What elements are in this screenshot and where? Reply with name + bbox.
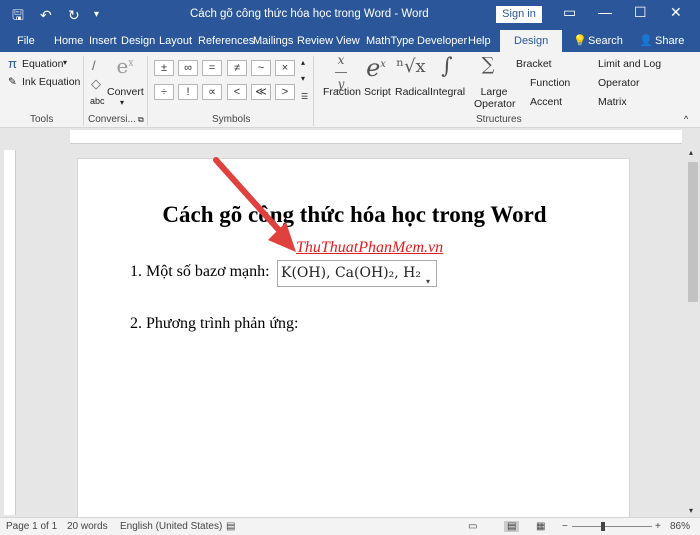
vertical-scrollbar[interactable]: ▴ ▾ <box>686 148 700 518</box>
zoom-out-icon[interactable]: − <box>562 521 568 532</box>
scroll-up-icon[interactable]: ▴ <box>689 148 693 157</box>
proofing-icon[interactable]: ▤ <box>226 521 235 532</box>
status-bar: Page 1 of 1 20 words English (United Sta… <box>0 517 700 535</box>
zoom-in-icon[interactable]: + <box>655 521 661 532</box>
zoom-level[interactable]: 86% <box>670 521 690 532</box>
language-status[interactable]: English (United States) <box>120 521 222 532</box>
print-layout-icon[interactable]: ▤ <box>504 521 520 532</box>
read-mode-icon[interactable]: ▭ <box>468 521 477 532</box>
page-count[interactable]: Page 1 of 1 <box>6 521 57 532</box>
scroll-down-icon[interactable]: ▾ <box>689 506 693 515</box>
scrollbar-thumb[interactable] <box>688 162 698 302</box>
annotation-arrow-icon <box>213 157 296 252</box>
web-layout-icon[interactable]: ▦ <box>536 521 545 532</box>
word-count[interactable]: 20 words <box>67 521 108 532</box>
zoom-slider-thumb[interactable] <box>601 522 605 531</box>
zoom-slider[interactable] <box>572 526 652 527</box>
